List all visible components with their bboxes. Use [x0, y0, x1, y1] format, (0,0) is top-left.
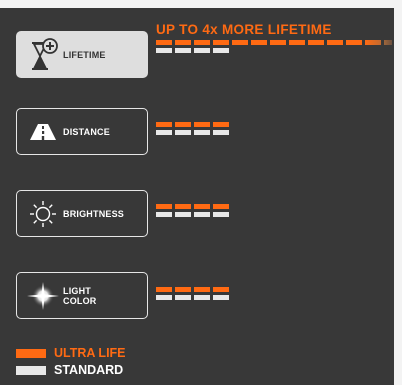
standard-bar	[156, 130, 229, 135]
ultra-bar	[156, 40, 392, 45]
feature-card-light-color[interactable]: LIGHT COLOR	[16, 272, 148, 319]
standard-bar	[156, 295, 229, 300]
feature-label: LIFETIME	[63, 49, 106, 60]
hourglass-plus-icon	[23, 35, 63, 75]
sun-icon	[23, 194, 63, 234]
legend-ultra: ULTRA LIFE	[16, 346, 126, 360]
standard-swatch	[16, 365, 46, 375]
legend-standard-label: STANDARD	[54, 363, 124, 377]
feature-label: BRIGHTNESS	[63, 208, 125, 219]
legend-ultra-label: ULTRA LIFE	[54, 346, 126, 360]
distance-bars	[156, 122, 229, 135]
brightness-bars	[156, 204, 229, 217]
lifetime-bars	[156, 40, 392, 53]
feature-label: DISTANCE	[63, 126, 110, 137]
ultra-bar	[156, 287, 229, 292]
legend-standard: STANDARD	[16, 363, 123, 377]
ultra-bar	[156, 122, 229, 127]
light-color-bars	[156, 287, 229, 300]
feature-label-light-color: LIGHT COLOR	[63, 286, 97, 306]
feature-card-distance[interactable]: DISTANCE	[16, 108, 148, 155]
standard-bar	[156, 212, 229, 217]
feature-label-line2: COLOR	[63, 295, 97, 306]
ultra-bar	[156, 204, 229, 209]
ultra-swatch	[16, 348, 46, 358]
feature-label-line1: LIGHT	[63, 285, 91, 296]
feature-card-brightness[interactable]: BRIGHTNESS	[16, 190, 148, 237]
light-sparkle-icon	[23, 276, 63, 316]
road-icon	[23, 112, 63, 152]
standard-bar	[156, 48, 392, 53]
feature-card-lifetime[interactable]: LIFETIME	[16, 31, 148, 78]
headline: UP TO 4x MORE LIFETIME	[156, 22, 332, 37]
